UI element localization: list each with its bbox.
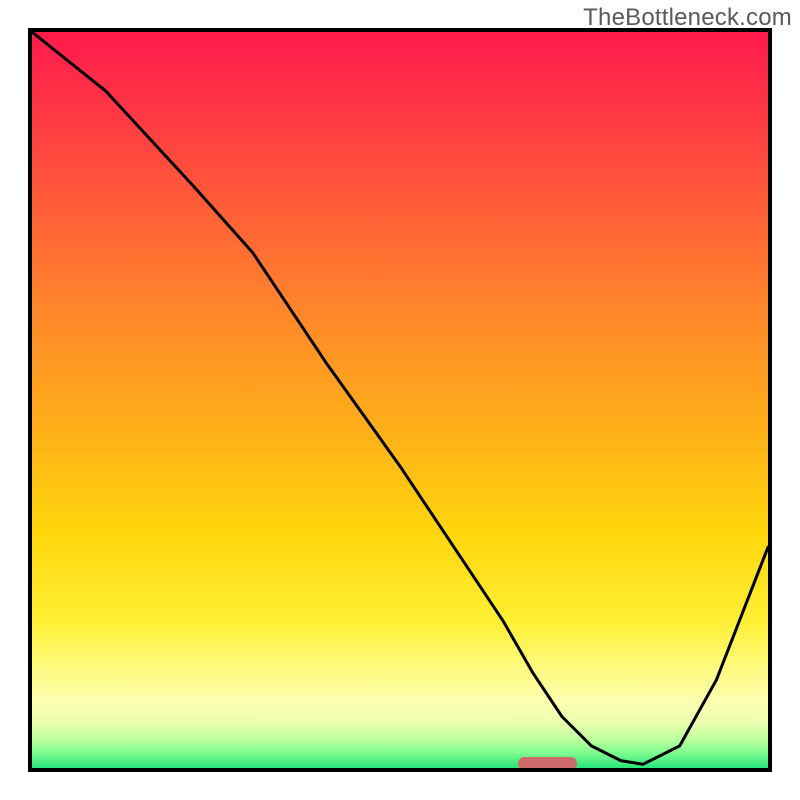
bottleneck-chart: TheBottleneck.com xyxy=(0,0,800,800)
bottleneck-curve xyxy=(32,32,768,764)
curve-svg xyxy=(32,32,768,768)
watermark-label: TheBottleneck.com xyxy=(583,4,792,32)
plot-area xyxy=(28,28,772,772)
optimal-marker xyxy=(518,757,577,770)
